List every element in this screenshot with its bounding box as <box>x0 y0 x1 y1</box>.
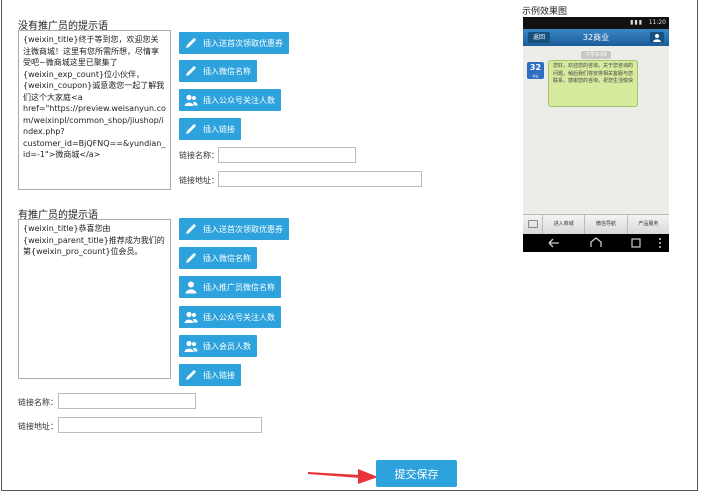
with-promoter-link-url-input[interactable] <box>58 417 262 433</box>
button-label: 插入推广员微信名称 <box>203 282 275 292</box>
pencil-icon <box>186 223 197 234</box>
with-promoter-insert-coupon-button[interactable]: 插入送首次领取优惠券 <box>179 218 289 240</box>
no-promoter-link-name-input[interactable] <box>218 147 356 163</box>
with-promoter-insert-wechat-name-button[interactable]: 插入微信名称 <box>179 247 257 269</box>
menu-dots-icon <box>659 238 661 248</box>
status-time: 11:20 <box>648 19 666 26</box>
submit-save-button[interactable]: 提交保存 <box>376 460 457 487</box>
android-nav-bar <box>523 234 669 252</box>
phone-status-bar: ▮▮▮ 11:20 <box>523 17 669 29</box>
chat-menu-tab: 进入商城 <box>543 215 586 234</box>
button-label: 插入会员人数 <box>203 341 251 351</box>
no-promoter-insert-link-button[interactable]: 插入链接 <box>179 118 241 140</box>
button-label: 插入送首次领取优惠券 <box>203 38 283 48</box>
phone-preview: ▮▮▮ 11:20 返回 32商业 下午3:09 32 商业 您好，欢迎您的咨询… <box>523 17 669 252</box>
avatar-sub: 商业 <box>532 74 539 78</box>
no-promoter-link-url-label: 链接地址： <box>179 176 219 185</box>
avatar: 32 商业 <box>527 62 544 79</box>
chat-header: 返回 32商业 <box>523 29 669 46</box>
keyboard-icon <box>523 215 543 234</box>
button-label: 插入链接 <box>203 124 235 134</box>
chat-area: 下午3:09 32 商业 您好，欢迎您的咨询，关于您咨询的问题，稍后我们将安排相… <box>523 46 669 214</box>
pencil-icon <box>186 65 197 76</box>
with-promoter-insert-member-count-button[interactable]: 插入会员人数 <box>179 335 257 357</box>
home-nav-icon <box>590 237 602 247</box>
button-label: 插入公众号关注人数 <box>203 312 275 322</box>
button-label: 插入公众号关注人数 <box>203 95 275 105</box>
no-promoter-insert-follower-count-button[interactable]: 插入公众号关注人数 <box>179 89 281 111</box>
chat-menu-bar: 进入商城 微信导航 产品服务 <box>523 214 669 234</box>
chat-menu-tab: 微信导航 <box>585 215 628 234</box>
with-promoter-insert-link-button[interactable]: 插入链接 <box>179 364 241 386</box>
preview-title: 示例效果图 <box>522 7 568 17</box>
no-promoter-message[interactable]: {weixin_title}终于等到您，欢迎您关注微商城！这里有您所需所想，尽情… <box>18 30 171 190</box>
pencil-icon <box>186 252 197 263</box>
button-label: 插入送首次领取优惠券 <box>203 224 283 234</box>
with-promoter-link-name-input[interactable] <box>58 393 196 409</box>
with-promoter-insert-follower-count-button[interactable]: 插入公众号关注人数 <box>179 306 281 328</box>
no-promoter-insert-wechat-name-button[interactable]: 插入微信名称 <box>179 60 257 82</box>
button-label: 插入链接 <box>203 370 235 380</box>
button-label: 插入微信名称 <box>203 66 251 76</box>
pencil-icon <box>186 369 197 380</box>
users-icon <box>184 94 198 106</box>
user-profile-icon <box>650 32 664 43</box>
button-label: 插入微信名称 <box>203 253 251 263</box>
chat-title: 32商业 <box>582 33 610 42</box>
no-promoter-link-url-input[interactable] <box>218 171 422 187</box>
red-arrow-icon <box>308 469 378 484</box>
no-promoter-link-name-label: 链接名称： <box>179 151 219 160</box>
chat-bubble: 您好，欢迎您的咨询，关于您咨询的问题，稍后我们将安排相关客服与您联系，感谢您的咨… <box>548 60 638 107</box>
with-promoter-message[interactable]: {weixin_title}恭喜您由{weixin_parent_title}推… <box>18 219 171 379</box>
with-promoter-link-url-label: 链接地址： <box>18 422 58 431</box>
users-icon <box>184 340 198 352</box>
pencil-icon <box>186 37 197 48</box>
pencil-icon <box>186 123 197 134</box>
chat-menu-tab: 产品服务 <box>638 221 659 227</box>
recent-apps-nav-icon <box>631 238 641 248</box>
avatar-text: 32 <box>529 63 542 72</box>
users-icon <box>184 311 198 323</box>
back-nav-icon <box>548 238 559 248</box>
signal-icon: ▮▮▮ <box>630 19 643 26</box>
no-promoter-insert-coupon-button[interactable]: 插入送首次领取优惠券 <box>179 32 289 54</box>
with-promoter-link-name-label: 链接名称： <box>18 398 58 407</box>
with-promoter-insert-promoter-name-button[interactable]: 插入推广员微信名称 <box>179 276 281 298</box>
chat-timestamp: 下午3:09 <box>581 51 611 59</box>
user-icon <box>185 281 197 294</box>
